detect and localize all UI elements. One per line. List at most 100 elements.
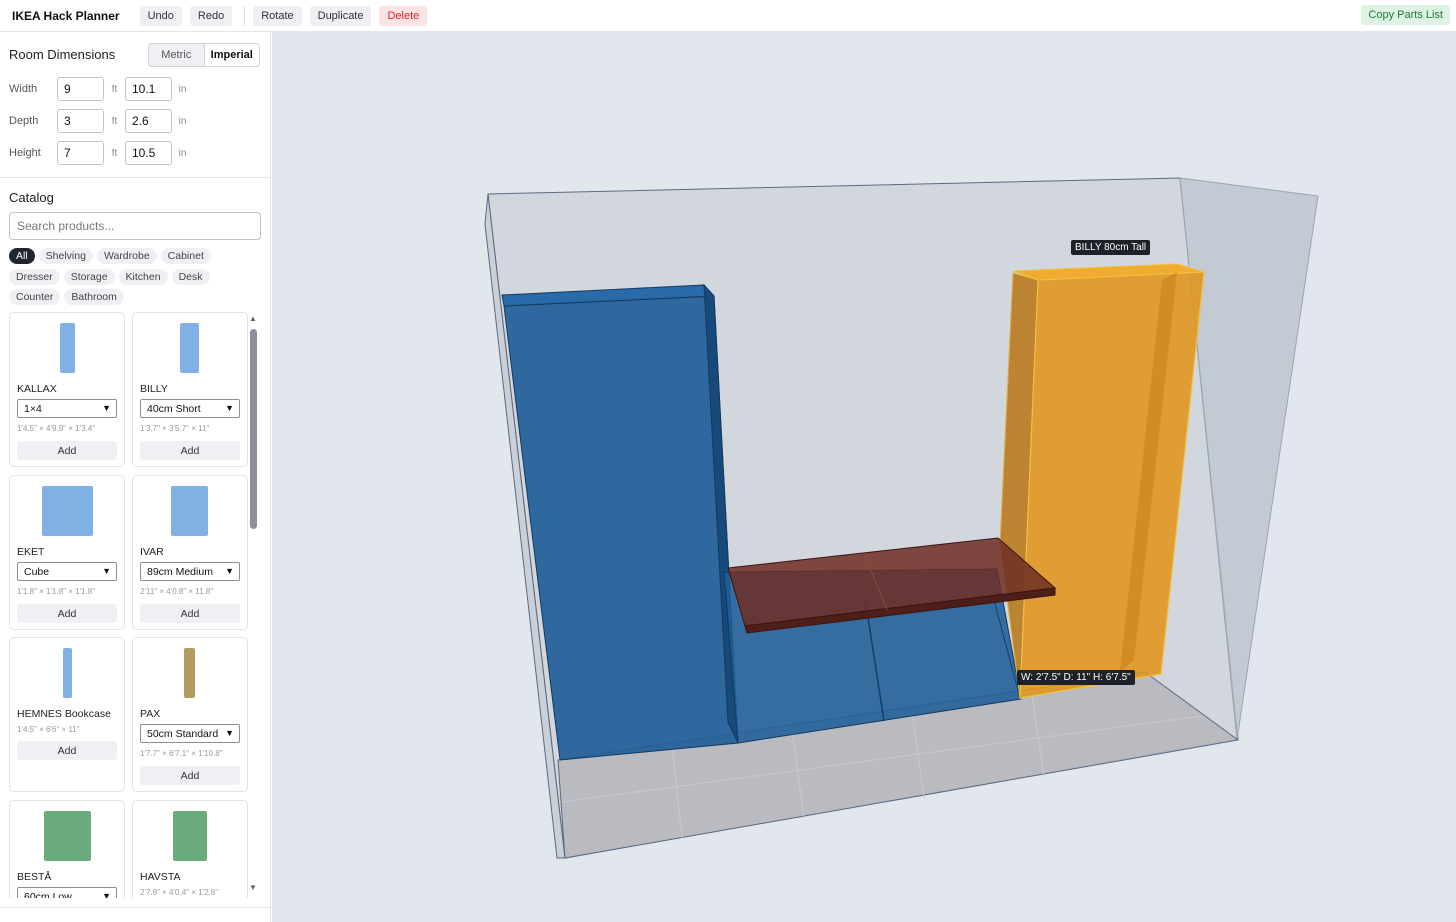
variant-select[interactable]: 50cm Standard ▼ xyxy=(140,724,240,743)
product-thumbnail xyxy=(180,323,199,373)
imperial-toggle[interactable]: Imperial xyxy=(203,44,259,66)
product-name: BESTÅ xyxy=(17,871,52,883)
add-button[interactable]: Add xyxy=(140,766,240,785)
width-in-input[interactable] xyxy=(125,77,172,101)
product-dimensions: 2'11" × 4'0.8" × 11.8" xyxy=(140,587,214,596)
catalog-scrollbar[interactable]: ▲ ▼ xyxy=(249,314,258,892)
scroll-down-icon[interactable]: ▼ xyxy=(249,883,257,892)
variant-value: 50cm Standard xyxy=(147,727,219,740)
section-divider xyxy=(0,177,271,178)
product-card: HAVSTA 2'7.9" × 4'0.4" × 1'2.6" xyxy=(132,800,248,898)
product-card: KALLAX 1×4 ▼ 1'4.5" × 4'9.9" × 1'3.4" Add xyxy=(9,312,125,467)
product-grid: KALLAX 1×4 ▼ 1'4.5" × 4'9.9" × 1'3.4" Add… xyxy=(9,312,248,898)
rotate-button[interactable]: Rotate xyxy=(253,5,302,26)
panel-bottom-divider xyxy=(0,907,271,908)
unit-toggle: Metric Imperial xyxy=(148,43,260,67)
scroll-up-icon[interactable]: ▲ xyxy=(249,314,257,323)
variant-value: 60cm Low xyxy=(24,890,72,899)
redo-button[interactable]: Redo xyxy=(189,5,233,26)
product-thumbnail xyxy=(63,648,72,698)
add-button[interactable]: Add xyxy=(17,741,117,760)
product-dimensions: 1'1.8" × 1'1.8" × 1'1.8" xyxy=(17,587,96,596)
chevron-down-icon: ▼ xyxy=(225,566,234,576)
product-card: EKET Cube ▼ 1'1.8" × 1'1.8" × 1'1.8" Add xyxy=(9,475,125,630)
filter-chip-kitchen[interactable]: Kitchen xyxy=(118,268,168,285)
width-row: Width ft in xyxy=(9,77,193,101)
variant-value: Cube xyxy=(24,565,50,578)
product-card: BILLY 40cm Short ▼ 1'3.7" × 3'5.7" × 11" … xyxy=(132,312,248,467)
width-ft-input[interactable] xyxy=(57,77,104,101)
ft-unit: ft xyxy=(111,115,118,127)
filter-chip-wardrobe[interactable]: Wardrobe xyxy=(96,248,157,264)
chevron-down-icon: ▼ xyxy=(102,891,111,898)
filter-chip-all[interactable]: All xyxy=(9,248,35,264)
depth-row: Depth ft in xyxy=(9,109,193,133)
duplicate-button[interactable]: Duplicate xyxy=(309,5,372,26)
product-thumbnail xyxy=(60,323,75,373)
product-name: BILLY xyxy=(140,383,168,395)
scrollbar-thumb[interactable] xyxy=(250,329,257,529)
category-filters: All Shelving Wardrobe Cabinet Dresser St… xyxy=(9,248,264,310)
filter-chip-storage[interactable]: Storage xyxy=(63,268,115,285)
height-ft-input[interactable] xyxy=(57,141,104,165)
variant-select[interactable]: Cube ▼ xyxy=(17,562,117,581)
variant-select[interactable]: 89cm Medium ▼ xyxy=(140,562,240,581)
depth-in-input[interactable] xyxy=(125,109,172,133)
product-thumbnail xyxy=(173,811,207,861)
chevron-down-icon: ▼ xyxy=(102,403,111,413)
product-name: HEMNES Bookcase xyxy=(17,708,111,720)
product-card: HEMNES Bookcase 1'4.5" × 6'6" × 11" Add xyxy=(9,637,125,792)
variant-select[interactable]: 1×4 ▼ xyxy=(17,399,117,418)
left-panel: Room Dimensions Metric Imperial Width ft… xyxy=(0,32,271,922)
metric-toggle[interactable]: Metric xyxy=(149,44,204,66)
copy-parts-list-button[interactable]: Copy Parts List xyxy=(1361,5,1450,25)
ft-unit: ft xyxy=(111,147,118,159)
product-name: PAX xyxy=(140,708,161,720)
selected-item-label: BILLY 80cm Tall xyxy=(1071,240,1151,255)
toolbar: IKEA Hack Planner Undo Redo Rotate Dupli… xyxy=(0,0,1456,32)
variant-select[interactable]: 60cm Low ▼ xyxy=(17,887,117,898)
variant-select[interactable]: 40cm Short ▼ xyxy=(140,399,240,418)
filter-chip-bathroom[interactable]: Bathroom xyxy=(64,289,124,305)
chevron-down-icon: ▼ xyxy=(225,728,234,738)
dimension-readout: W: 2'7.5" D: 11" H: 6'7.5" xyxy=(1017,670,1135,685)
add-button[interactable]: Add xyxy=(17,604,117,623)
3d-viewport[interactable]: BILLY 80cm Tall W: 2'7.5" D: 11" H: 6'7.… xyxy=(272,32,1456,922)
toolbar-separator xyxy=(244,5,246,26)
height-label: Height xyxy=(9,147,41,159)
add-button[interactable]: Add xyxy=(140,441,240,460)
product-dimensions: 2'7.9" × 4'0.4" × 1'2.6" xyxy=(140,888,219,897)
product-name: HAVSTA xyxy=(140,871,181,883)
product-name: EKET xyxy=(17,546,45,558)
add-button[interactable]: Add xyxy=(140,604,240,623)
in-unit: in xyxy=(178,115,187,127)
undo-button[interactable]: Undo xyxy=(139,5,182,26)
product-thumbnail xyxy=(44,811,91,861)
in-unit: in xyxy=(178,147,187,159)
product-dimensions: 1'7.7" × 6'7.1" × 1'10.8" xyxy=(140,749,223,758)
filter-chip-cabinet[interactable]: Cabinet xyxy=(160,248,211,264)
variant-value: 40cm Short xyxy=(147,402,201,415)
width-label: Width xyxy=(9,83,38,95)
chevron-down-icon: ▼ xyxy=(102,566,111,576)
room-dimensions-title: Room Dimensions xyxy=(9,47,116,62)
height-in-input[interactable] xyxy=(125,141,172,165)
filter-chip-counter[interactable]: Counter xyxy=(9,289,61,305)
depth-label: Depth xyxy=(9,115,39,127)
app-title: IKEA Hack Planner xyxy=(12,8,120,23)
search-input[interactable] xyxy=(9,212,261,240)
variant-value: 89cm Medium xyxy=(147,565,213,578)
in-unit: in xyxy=(178,83,187,95)
height-row: Height ft in xyxy=(9,141,193,165)
filter-chip-dresser[interactable]: Dresser xyxy=(9,268,60,285)
product-thumbnail xyxy=(184,648,195,698)
filter-chip-desk[interactable]: Desk xyxy=(171,268,210,285)
room-scene xyxy=(484,177,1319,859)
product-name: KALLAX xyxy=(17,383,57,395)
filter-chip-shelving[interactable]: Shelving xyxy=(38,248,93,264)
depth-ft-input[interactable] xyxy=(57,109,104,133)
delete-button[interactable]: Delete xyxy=(379,5,428,26)
variant-value: 1×4 xyxy=(24,402,42,415)
add-button[interactable]: Add xyxy=(17,441,117,460)
product-dimensions: 1'4.5" × 4'9.9" × 1'3.4" xyxy=(17,424,96,433)
